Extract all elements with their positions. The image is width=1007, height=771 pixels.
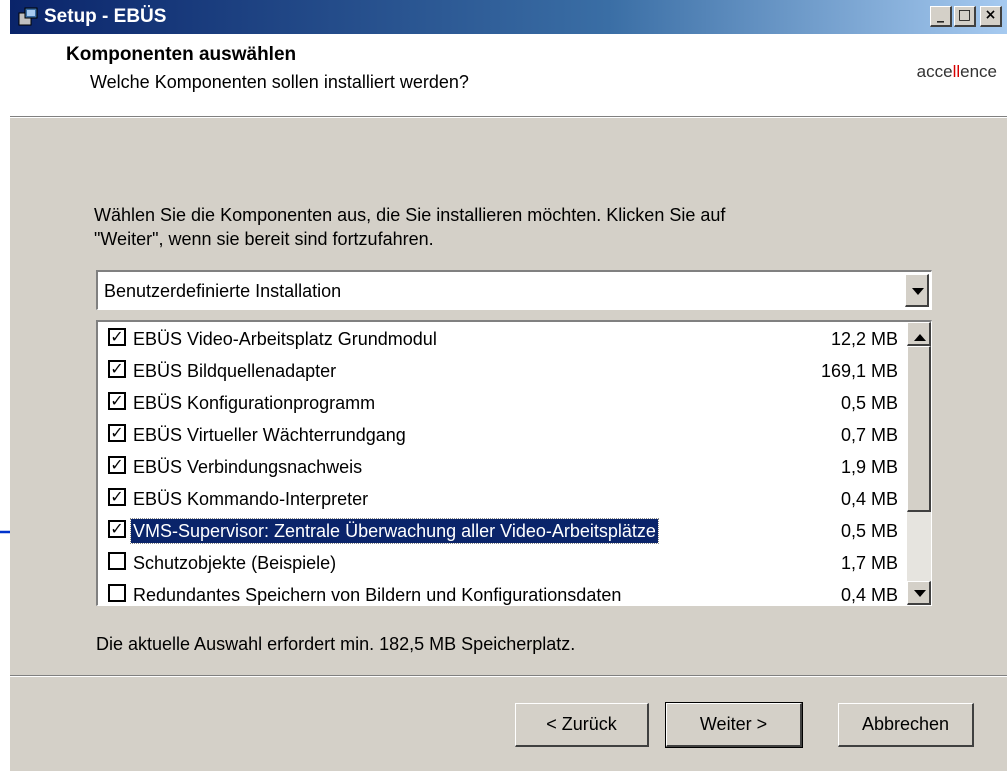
component-label: Schutzobjekte (Beispiele)	[133, 553, 337, 573]
component-label: EBÜS Video-Arbeitsplatz Grundmodul	[133, 329, 437, 349]
component-size: 0,5 MB	[840, 393, 898, 413]
install-type-value: Benutzerdefinierte Installation	[104, 281, 342, 301]
component-label: EBÜS Verbindungsnachweis	[133, 457, 363, 477]
page-subtitle: Welche Komponenten sollen installiert we…	[90, 72, 469, 92]
component-item[interactable]: Schutzobjekte (Beispiele) 1,7 MB	[98, 546, 904, 578]
page-title: Komponenten auswählen	[66, 44, 297, 65]
component-size: 0,7 MB	[840, 425, 898, 445]
title-bar[interactable]: Setup - EBÜS _ □ ×	[10, 0, 1007, 34]
instructions-text: Wählen Sie die Komponenten aus, die Sie …	[94, 203, 894, 251]
component-item[interactable]: ✓ VMS-Supervisor: Zentrale Überwachung al…	[98, 514, 904, 546]
component-item[interactable]: Redundantes Speichern von Bildern und Ko…	[98, 578, 904, 605]
component-item[interactable]: ✓ EBÜS Kommando-Interpreter 0,4 MB	[98, 482, 904, 514]
component-checkbox[interactable]	[108, 584, 126, 602]
checkmark-icon: ✓	[110, 455, 124, 474]
component-label: EBÜS Virtueller Wächterrundgang	[133, 425, 406, 445]
footer-divider-highlight	[10, 676, 1007, 677]
component-size: 169,1 MB	[820, 361, 898, 381]
checkmark-icon: ✓	[110, 391, 124, 410]
component-label: EBÜS Konfigurationprogramm	[133, 393, 376, 413]
scroll-thumb[interactable]	[907, 346, 931, 512]
next-button[interactable]: Weiter >	[665, 702, 803, 748]
component-item[interactable]: ✓ EBÜS Konfigurationprogramm 0,5 MB	[98, 386, 904, 418]
checkmark-icon: ✓	[110, 359, 124, 378]
scroll-down-button[interactable]	[907, 581, 931, 605]
setup-app-icon	[18, 7, 38, 26]
checkmark-icon: ✓	[110, 327, 124, 346]
cancel-button[interactable]: Abbrechen	[838, 703, 974, 747]
dropdown-arrow-button[interactable]	[905, 274, 929, 307]
arrow-down-icon	[914, 590, 926, 597]
component-label: EBÜS Bildquellenadapter	[133, 361, 337, 381]
instructions-line-2: "Weiter", wenn sie bereit sind fortzufah…	[94, 229, 434, 249]
install-type-dropdown[interactable]: Benutzerdefinierte Installation	[96, 270, 932, 310]
component-size: 0,5 MB	[840, 521, 898, 541]
component-item[interactable]: ✓ EBÜS Virtueller Wächterrundgang 0,7 MB	[98, 418, 904, 450]
component-size: 1,9 MB	[840, 457, 898, 477]
maximize-button[interactable]: □	[954, 6, 976, 27]
chevron-down-icon	[912, 288, 924, 295]
component-item[interactable]: ✓ EBÜS Video-Arbeitsplatz Grundmodul 12,2 …	[98, 322, 904, 354]
checkmark-icon: ✓	[110, 519, 124, 538]
component-label: EBÜS Kommando-Interpreter	[133, 489, 369, 509]
component-checkbox[interactable]: ✓	[108, 391, 126, 410]
component-checkbox[interactable]: ✓	[108, 327, 126, 346]
header-divider	[10, 117, 1007, 118]
component-size: 1,7 MB	[840, 553, 898, 573]
component-checkbox[interactable]	[108, 552, 126, 570]
component-checkbox[interactable]: ✓	[108, 455, 126, 474]
space-required-text: Die aktuelle Auswahl erfordert min. 182,…	[96, 634, 576, 654]
accellence-logo: accellence	[916, 62, 997, 81]
checkmark-icon: ✓	[110, 423, 124, 442]
component-checkbox[interactable]: ✓	[108, 359, 126, 378]
minimize-button[interactable]: _	[930, 6, 952, 27]
component-item[interactable]: ✓ EBÜS Verbindungsnachweis 1,9 MB	[98, 450, 904, 482]
scroll-up-button[interactable]	[907, 322, 931, 346]
wizard-header: Komponenten auswählen Welche Komponenten…	[10, 34, 1007, 117]
component-item[interactable]: ✓ EBÜS Bildquellenadapter 169,1 MB	[98, 354, 904, 386]
component-size: 12,2 MB	[830, 329, 898, 349]
component-size: 0,4 MB	[840, 585, 898, 605]
component-checkbox[interactable]: ✓	[108, 519, 126, 538]
component-checkbox[interactable]: ✓	[108, 423, 126, 442]
checkmark-icon: ✓	[110, 487, 124, 506]
component-label: Redundantes Speichern von Bildern und Ko…	[133, 585, 622, 605]
vertical-scrollbar[interactable]	[907, 322, 931, 605]
component-checkbox[interactable]: ✓	[108, 487, 126, 506]
back-button[interactable]: < Zurück	[515, 703, 649, 747]
instructions-line-1: Wählen Sie die Komponenten aus, die Sie …	[94, 205, 726, 225]
arrow-up-icon	[914, 334, 926, 341]
setup-window: Setup - EBÜS _ □ × Komponenten auswählen…	[10, 0, 1007, 771]
component-label: VMS-Supervisor: Zentrale Überwachung all…	[130, 518, 659, 544]
window-title: Setup - EBÜS	[44, 6, 167, 27]
component-size: 0,4 MB	[840, 489, 898, 509]
components-list[interactable]: ✓ EBÜS Video-Arbeitsplatz Grundmodul 12,2 …	[96, 320, 932, 606]
close-button[interactable]: ×	[980, 6, 1002, 27]
